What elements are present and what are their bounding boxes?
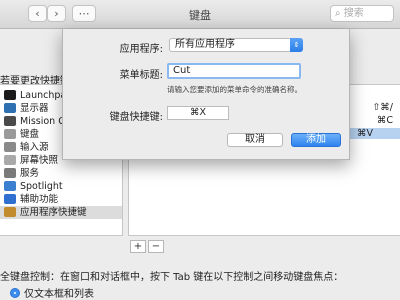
full-keyboard-access-label: 全键盘控制：在窗口和对话框中，按下 Tab 键在以下控制之间移动键盘焦点：: [0, 272, 344, 283]
application-label: 应用程序:: [119, 44, 163, 55]
category-item-label: 辅助功能: [20, 194, 59, 205]
category-item-label: Spotlight: [20, 181, 63, 192]
app-shortcuts-icon: [4, 207, 16, 217]
screenshot-icon: [4, 155, 16, 165]
keyboard-icon: [4, 129, 16, 139]
category-item[interactable]: Spotlight: [0, 180, 122, 193]
search-field[interactable]: ⌕ 搜索: [330, 5, 394, 22]
radio-button-icon[interactable]: [10, 288, 20, 298]
gear-icon: [4, 168, 16, 178]
popup-chevron-icon: ⇕: [290, 38, 303, 52]
category-item-label: 服务: [20, 168, 40, 179]
menu-title-label: 菜单标题:: [119, 70, 163, 81]
category-item-label: 键盘: [20, 129, 40, 140]
category-item-label: 应用程序快捷键: [20, 207, 87, 218]
shortcut-row[interactable]: ⇧⌘/: [372, 102, 393, 113]
add-shortcut-sheet: 应用程序: 所有应用程序 ⇕ 菜单标题: Cut 请输入您要添加的菜单命令的准确…: [62, 29, 350, 160]
category-item[interactable]: 辅助功能: [0, 193, 122, 206]
remove-shortcut-button[interactable]: −: [148, 240, 164, 253]
spotlight-icon: [4, 181, 16, 191]
menu-title-input[interactable]: Cut: [167, 63, 301, 79]
shortcut-row[interactable]: ⌘C: [377, 115, 393, 126]
cancel-button[interactable]: 取消: [227, 133, 283, 147]
radio-text-boxes-and-lists[interactable]: 仅文本框和列表: [10, 285, 94, 300]
add-shortcut-button[interactable]: +: [130, 240, 146, 253]
accessibility-icon: [4, 194, 16, 204]
category-item[interactable]: 服务: [0, 167, 122, 180]
category-item-label: 输入源: [20, 142, 49, 153]
input-source-icon: [4, 142, 16, 152]
display-icon: [4, 103, 16, 113]
mission-control-icon: [4, 116, 16, 126]
window-titlebar: ‹ › ⋯ 键盘 ⌕ 搜索: [0, 0, 400, 29]
application-popup[interactable]: 所有应用程序 ⇕: [169, 38, 303, 52]
category-item[interactable]: 应用程序快捷键: [0, 206, 122, 219]
shortcut-row[interactable]: ⌘V: [343, 128, 400, 139]
radio-label: 仅文本框和列表: [24, 289, 94, 300]
add-button[interactable]: 添加: [291, 133, 341, 147]
search-icon: ⌕: [335, 8, 341, 19]
keyboard-shortcut-field[interactable]: ⌘X: [167, 106, 229, 120]
application-popup-value: 所有应用程序: [175, 39, 235, 50]
category-item-label: 屏幕快照: [20, 155, 59, 166]
launchpad-icon: [4, 90, 16, 100]
menu-title-hint: 请输入您要添加的菜单命令的准确名称。: [167, 85, 302, 94]
search-placeholder: 搜索: [343, 8, 364, 19]
shortcut-label: 键盘快捷键:: [109, 112, 163, 123]
category-item-label: 显示器: [20, 103, 49, 114]
